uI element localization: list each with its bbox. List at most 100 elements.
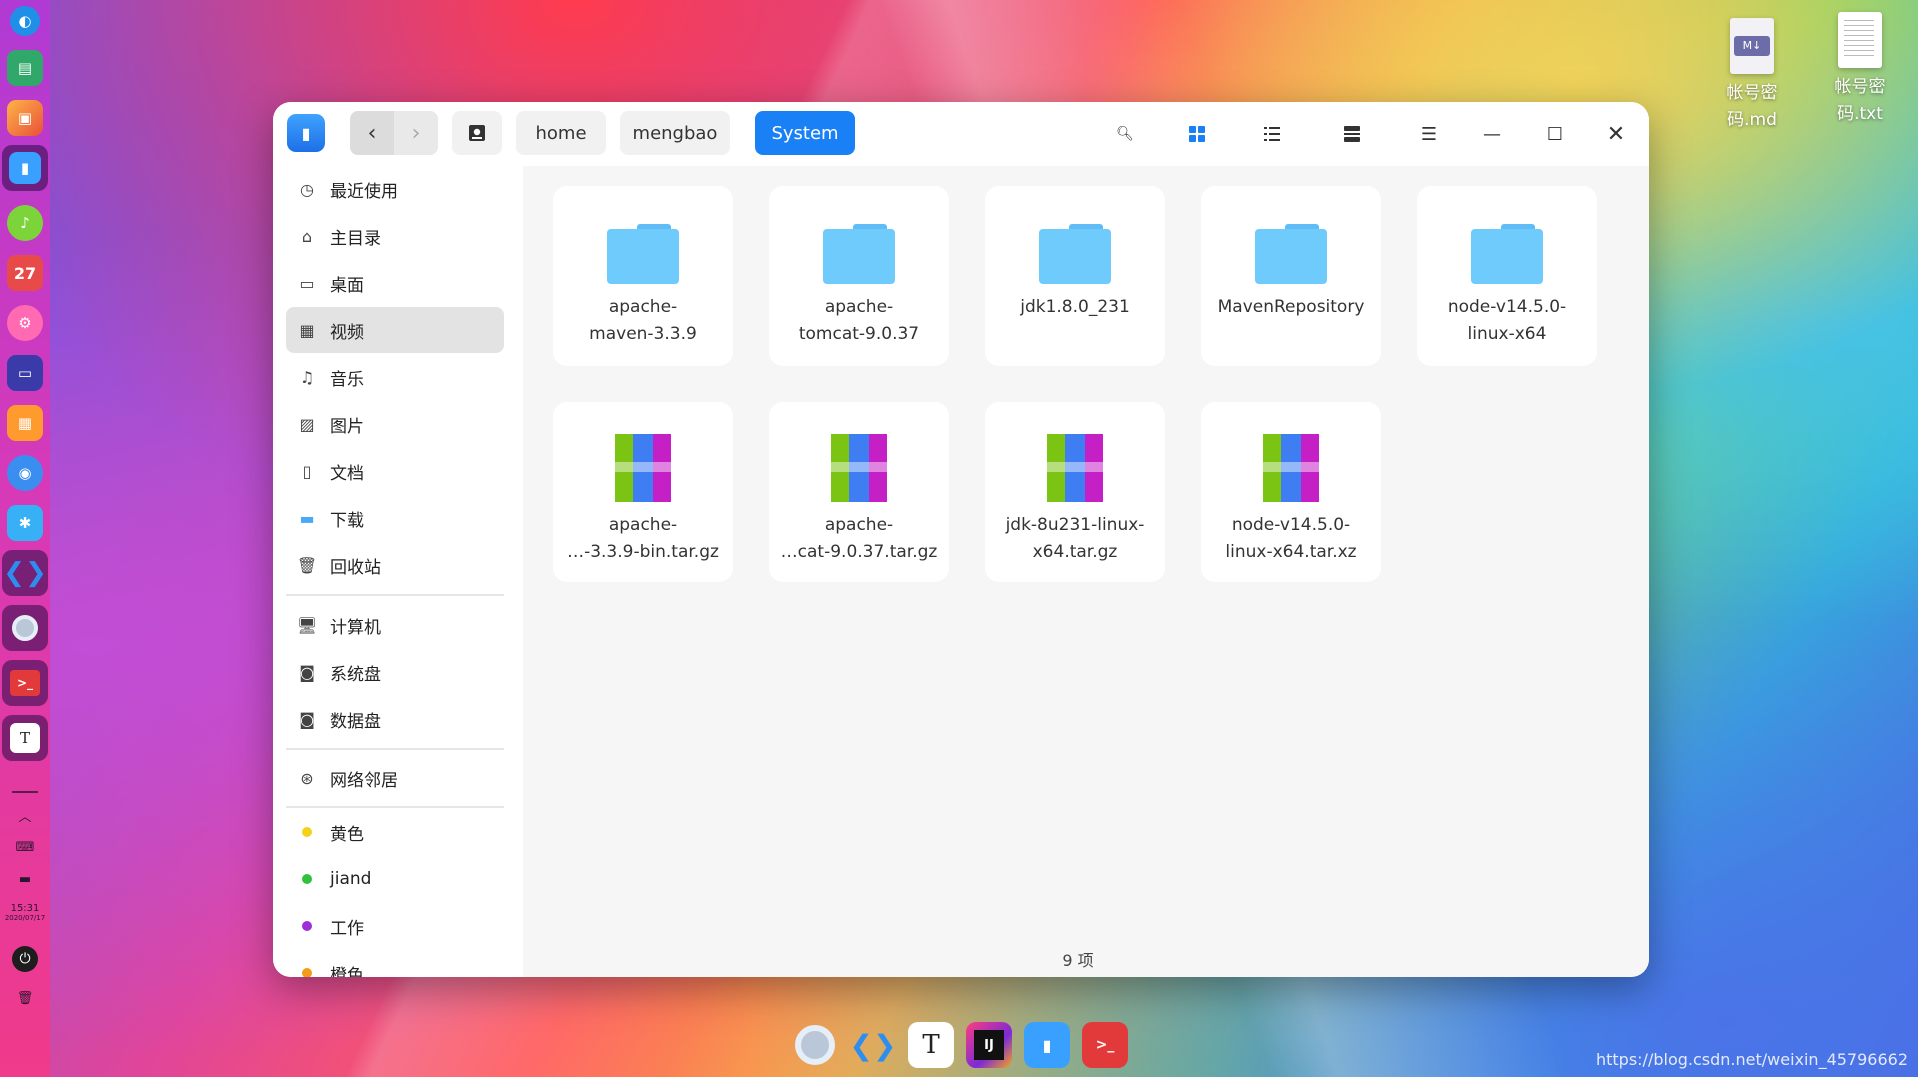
maximize-button[interactable]: ☐ [1541,120,1569,148]
sidebar-item-home[interactable]: ⌂ 主目录 [286,213,504,259]
power-icon[interactable]: ⏻ [12,946,38,972]
file-view: apache-maven-3.3.9 apache-tomcat-9.0.37 … [523,166,1649,977]
back-button[interactable]: ‹ [350,111,394,155]
sidebar-item-music[interactable]: ♫ 音乐 [286,354,504,400]
terminal-green-icon[interactable]: ▤ [7,50,43,86]
calendar-day: 27 [13,263,37,283]
chromium-dock-icon[interactable] [2,605,48,651]
launcher-icon[interactable]: ◐ [10,6,40,36]
menu-button[interactable]: ☰ [1415,120,1443,148]
sidebar-tag-jiand[interactable]: jiand [286,856,504,902]
search-icon[interactable]: 🔍︎ [1111,120,1139,148]
forward-button[interactable]: › [394,111,438,155]
calendar-icon[interactable]: 27 [7,255,43,291]
grid-view-icon [1189,126,1205,142]
titlebar: ▮ ‹ › home mengbao System 🔍︎ ☰ — ☐ ✕ [273,102,1649,166]
system-monitor-icon[interactable]: ▭ [7,355,43,391]
breadcrumb-system[interactable]: System [755,111,855,155]
archive-item[interactable]: jdk-8u231-linux-x64.tar.gz [985,402,1165,582]
navigation-buttons: ‹ › [350,111,438,155]
dock-clock[interactable]: 15:31 2020/07/17 [5,903,45,922]
file-manager-dock-icon[interactable]: ▮ [2,145,48,191]
sidebar-tag-orange[interactable]: 橙色 [286,950,504,977]
text-editor-dock-icon[interactable]: T [2,715,48,761]
sidebar-item-label: 工作 [330,918,364,939]
sidebar-item-downloads[interactable]: ▬ 下载 [286,495,504,541]
disk-icon [469,125,485,141]
file-name: apache- …cat-9.0.37.tar.gz [780,515,938,562]
sidebar-item-label: 最近使用 [330,181,398,202]
minimize-button[interactable]: — [1478,120,1506,148]
folder-item[interactable]: jdk1.8.0_231 [985,186,1165,366]
icon-view-button[interactable] [1183,120,1211,148]
maximize-icon: ☐ [1546,123,1564,145]
file-manager-icon[interactable]: ▮ [1024,1022,1070,1068]
chromium-icon[interactable] [792,1022,838,1068]
trash-icon: 🗑︎ [296,555,318,575]
trash-dock-icon[interactable]: 🗑 [12,988,38,1008]
dock-separator [12,791,38,793]
input-method-icon[interactable]: ▬ [12,869,38,889]
breadcrumb-mengbao[interactable]: mengbao [620,111,730,155]
browser-icon[interactable]: ◉ [7,455,43,491]
chevron-up-icon[interactable]: ︿ [12,805,38,825]
terminal-dock-icon[interactable]: >_ [2,660,48,706]
archive-item[interactable]: apache- …-3.3.9-bin.tar.gz [553,402,733,582]
desktop-file-txt[interactable]: 帐号密码.txt [1812,12,1908,128]
music-player-icon[interactable]: ♪ [7,205,43,241]
item-count: 9 项 [1062,951,1094,970]
sidebar-item-videos[interactable]: ▦ 视频 [286,307,504,353]
hamburger-menu-icon: ☰ [1420,123,1438,145]
tag-dot-icon [296,821,318,843]
archive-item[interactable]: apache- …cat-9.0.37.tar.gz [769,402,949,582]
folder-item[interactable]: MavenRepository [1201,186,1381,366]
sidebar-item-trash[interactable]: 🗑︎ 回收站 [286,542,504,588]
tag-dot-icon [296,915,318,937]
vscode-dock-icon[interactable]: ❮❯ [2,550,48,596]
sidebar-item-network[interactable]: ⊛ 网络邻居 [286,755,504,801]
breadcrumb-home[interactable]: home [516,111,606,155]
file-name: jdk-8u231-linux-x64.tar.gz [1005,515,1145,562]
close-button[interactable]: ✕ [1602,120,1630,148]
file-name: jdk1.8.0_231 [1020,297,1130,317]
terminal-icon[interactable]: >_ [1082,1022,1128,1068]
file-name: node-v14.5.0- linux-x64.tar.xz [1225,515,1357,562]
minimize-icon: — [1483,123,1501,145]
sidebar-item-system-disk[interactable]: ◙ 系统盘 [286,649,504,695]
list-view-button[interactable] [1258,120,1286,148]
folder-icon [1471,224,1543,284]
archive-icon [1047,434,1103,502]
chevron-right-icon: › [411,120,421,146]
sidebar-item-pictures[interactable]: ▨ 图片 [286,401,504,447]
settings-gear-icon[interactable]: ⚙ [7,305,43,341]
sidebar-item-recent[interactable]: ◷ 最近使用 [286,166,504,212]
vscode-icon[interactable]: ❮❯ [850,1022,897,1068]
video-icon: ▦ [299,320,315,340]
sidebar-item-computer[interactable]: 🖥︎ 计算机 [286,602,504,648]
desktop-icon: ▭ [299,273,315,293]
folder-item[interactable]: apache-maven-3.3.9 [553,186,733,366]
image-viewer-icon[interactable]: ▣ [7,100,43,136]
detail-panel-button[interactable] [1338,120,1366,148]
app-store-icon[interactable]: ▦ [7,405,43,441]
desktop-file-md[interactable]: M↓ 帐号密码.md [1704,18,1800,134]
archive-item[interactable]: node-v14.5.0- linux-x64.tar.xz [1201,402,1381,582]
detail-view-icon [1344,126,1360,142]
disk-root-button[interactable] [452,111,502,155]
sidebar-item-data-disk[interactable]: ◙ 数据盘 [286,696,504,742]
asterisk-app-icon[interactable]: ✱ [7,505,43,541]
picture-icon: ▨ [299,414,315,434]
archive-icon [1263,434,1319,502]
sidebar-tag-yellow[interactable]: 黄色 [286,809,504,855]
intellij-idea-icon[interactable]: IJ [966,1022,1012,1068]
keyboard-icon[interactable]: ⌨ [12,837,38,857]
sidebar-item-label: 桌面 [330,275,364,296]
folder-item[interactable]: apache-tomcat-9.0.37 [769,186,949,366]
folder-icon [1039,224,1111,284]
folder-item[interactable]: node-v14.5.0- linux-x64 [1417,186,1597,366]
sidebar-item-desktop[interactable]: ▭ 桌面 [286,260,504,306]
text-editor-icon[interactable]: T [908,1022,954,1068]
sidebar-item-documents[interactable]: ▯ 文档 [286,448,504,494]
disk-icon: ◙ [299,662,315,682]
sidebar-tag-work[interactable]: 工作 [286,903,504,949]
